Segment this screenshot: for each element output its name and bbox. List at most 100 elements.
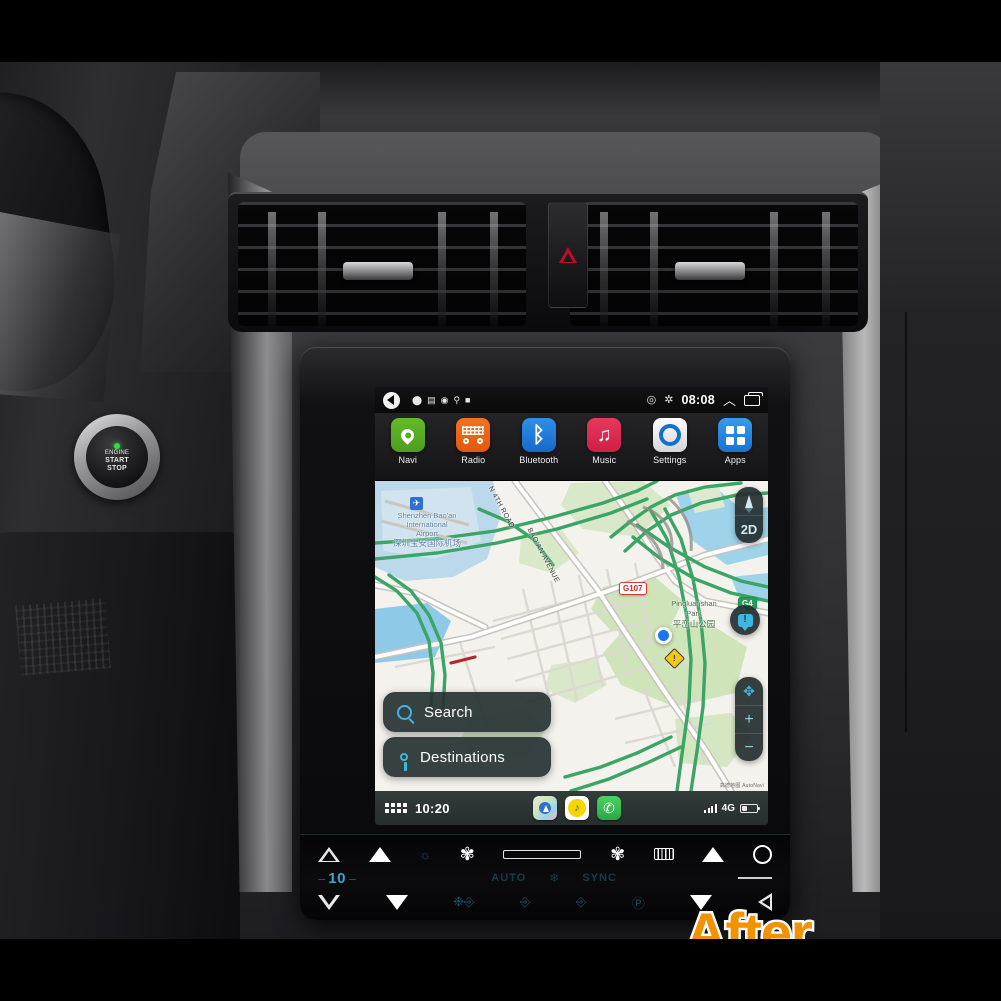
rear-defrost-icon[interactable] bbox=[653, 848, 674, 860]
fan-icon-right[interactable]: ✾ bbox=[610, 845, 625, 863]
app-label-radio: Radio bbox=[461, 455, 486, 465]
app-shortcut-navi[interactable]: Navi bbox=[379, 418, 437, 465]
map-action-cards: Search Destinations bbox=[383, 692, 551, 777]
search-button[interactable]: Search bbox=[383, 692, 551, 732]
touchscreen-display[interactable]: ⬤ ▤ ◉ ⚲ ■ ◎ ✲ 08:08 ︿ Navi Radio ᛒ Bluet… bbox=[375, 387, 768, 825]
door-chrome-trim bbox=[0, 212, 120, 402]
map-view-mode-button[interactable]: 2D bbox=[735, 515, 763, 543]
snowflake-icon[interactable]: ❄ bbox=[549, 871, 559, 885]
map-pin-icon bbox=[400, 753, 408, 771]
door-lower-panel bbox=[0, 532, 240, 939]
hazard-light-button[interactable] bbox=[548, 202, 588, 308]
recent-apps-icon[interactable] bbox=[744, 391, 763, 406]
highway-shield-g107: G107 bbox=[619, 582, 647, 595]
engine-label-line3: STOP bbox=[107, 464, 127, 472]
signal-bars-icon bbox=[704, 803, 717, 813]
network-type-label: 4G bbox=[721, 802, 735, 814]
glovebox-seam bbox=[905, 312, 907, 732]
passenger-temp-up-button[interactable] bbox=[702, 846, 725, 862]
chevron-up-icon[interactable]: ︿ bbox=[723, 394, 736, 407]
bluetooth-icon: ✲ bbox=[664, 393, 674, 406]
app-label-navi: Navi bbox=[398, 455, 417, 465]
map-orientation-controls[interactable]: 2D bbox=[735, 487, 763, 543]
carplay-dock: 10:20 ♪ ✆ 4G bbox=[375, 791, 768, 825]
engine-label-line2: START bbox=[105, 456, 129, 464]
dock-status: 4G bbox=[704, 802, 760, 814]
app-shortcut-settings[interactable]: Settings bbox=[641, 418, 699, 465]
map-view[interactable]: ✈ Shenzhen Bao'an International Airport … bbox=[375, 481, 768, 791]
app-grid-icon bbox=[718, 418, 753, 452]
temp-down-outline-button[interactable] bbox=[318, 894, 340, 910]
vent-direction-knob-left[interactable] bbox=[343, 262, 413, 280]
current-location-marker bbox=[655, 627, 672, 644]
image-icon: ▤ bbox=[427, 394, 436, 405]
heated-seat-icon-left[interactable]: ⎆ bbox=[520, 894, 530, 910]
engine-led-indicator bbox=[114, 442, 120, 449]
letterbox-top bbox=[0, 0, 1001, 62]
qq-music-icon[interactable]: ♪ bbox=[564, 796, 589, 820]
maps-icon[interactable] bbox=[532, 796, 557, 820]
auto-recirculation-icon[interactable]: Ⓟ bbox=[632, 893, 645, 912]
temp-up-outline-button[interactable] bbox=[318, 846, 340, 862]
location-icon: ⬤ bbox=[412, 394, 423, 405]
status-bar-clock: 08:08 bbox=[681, 393, 715, 407]
wifi-icon: ◎ bbox=[646, 393, 657, 406]
radio-icon bbox=[456, 418, 491, 452]
hvac-row-middle: – 10 – AUTO ❄ SYNC bbox=[318, 867, 772, 889]
app-shortcut-bar: Navi Radio ᛒ Bluetooth ♫ Music Settings … bbox=[375, 413, 768, 481]
destinations-button-label: Destinations bbox=[420, 748, 505, 766]
app-label-apps: Apps bbox=[724, 455, 746, 465]
letterbox-bottom bbox=[0, 939, 1001, 1001]
app-shortcut-radio[interactable]: Radio bbox=[444, 418, 502, 465]
car-interior-photo: ENGINE START STOP ⬤ ▤ ◉ ⚲ ■ ◎ ✲ 08:08 ︿ … bbox=[0, 62, 1001, 939]
navigation-pin-icon bbox=[390, 418, 425, 452]
heated-seat-icon-right[interactable]: ⎆ bbox=[576, 894, 586, 910]
destinations-button[interactable]: Destinations bbox=[383, 737, 551, 777]
fan-down-button[interactable] bbox=[385, 894, 408, 910]
sync-label[interactable]: SYNC bbox=[582, 872, 617, 884]
fan-up-button[interactable] bbox=[368, 846, 391, 862]
air-vent-right[interactable] bbox=[570, 202, 858, 328]
engine-button-face: ENGINE START STOP bbox=[86, 426, 148, 488]
status-right-icons: ◎ ✲ 08:08 ︿ bbox=[646, 391, 763, 407]
android-status-bar: ⬤ ▤ ◉ ⚲ ■ ◎ ✲ 08:08 ︿ bbox=[375, 387, 768, 413]
app-label-settings: Settings bbox=[653, 455, 687, 465]
back-icon[interactable] bbox=[383, 391, 400, 409]
auto-label[interactable]: AUTO bbox=[491, 872, 526, 884]
phone-icon[interactable]: ✆ bbox=[596, 796, 621, 820]
status-left-icons: ⬤ ▤ ◉ ⚲ ■ bbox=[412, 394, 470, 405]
engine-start-stop-button[interactable]: ENGINE START STOP bbox=[74, 414, 160, 500]
music-note-icon: ♫ bbox=[587, 418, 622, 452]
app-shortcut-bluetooth[interactable]: ᛒ Bluetooth bbox=[510, 418, 568, 465]
vent-direction-knob-right[interactable] bbox=[675, 262, 745, 280]
front-defrost-icon[interactable]: ☼ bbox=[419, 847, 431, 862]
zoom-in-button[interactable]: + bbox=[735, 705, 763, 733]
fan-icon-left[interactable]: ✾ bbox=[460, 845, 475, 863]
alert-bubble-icon[interactable]: ! bbox=[730, 605, 760, 635]
passenger-dashboard bbox=[880, 62, 1001, 939]
air-vent-left[interactable] bbox=[238, 202, 526, 328]
airport-icon: ✈ bbox=[410, 497, 423, 510]
volume-line-indicator bbox=[738, 877, 772, 879]
usb-icon: ⚲ bbox=[453, 394, 461, 405]
map-attribution: 高德地图 AutoNavi bbox=[719, 783, 764, 789]
app-grid-icon[interactable] bbox=[385, 803, 407, 813]
app-shortcut-music[interactable]: ♫ Music bbox=[575, 418, 633, 465]
screenshot-icon: ◉ bbox=[440, 394, 449, 405]
fan-speed-slider[interactable] bbox=[503, 849, 582, 859]
map-zoom-controls[interactable]: ✥ + − bbox=[735, 677, 763, 761]
bluetooth-icon: ᛒ bbox=[521, 418, 556, 452]
head-unit-device: ⬤ ▤ ◉ ⚲ ■ ◎ ✲ 08:08 ︿ Navi Radio ᛒ Bluet… bbox=[300, 347, 790, 920]
app-label-bluetooth: Bluetooth bbox=[519, 455, 559, 465]
air-recirculate-icon[interactable]: ❉⎆ bbox=[453, 894, 474, 910]
power-circle-icon[interactable] bbox=[752, 844, 772, 864]
search-icon bbox=[397, 704, 412, 720]
compass-needle-icon[interactable] bbox=[735, 487, 763, 515]
hvac-row-top: ☼ ✾ ✾ bbox=[318, 841, 772, 867]
dock-app-icons: ♪ ✆ bbox=[458, 796, 696, 820]
battery-icon bbox=[740, 803, 760, 813]
pan-arrows-icon[interactable]: ✥ bbox=[735, 677, 763, 705]
driver-temperature-display: – 10 – bbox=[318, 869, 357, 887]
app-shortcut-apps[interactable]: Apps bbox=[706, 418, 764, 465]
zoom-out-button[interactable]: − bbox=[735, 733, 763, 761]
